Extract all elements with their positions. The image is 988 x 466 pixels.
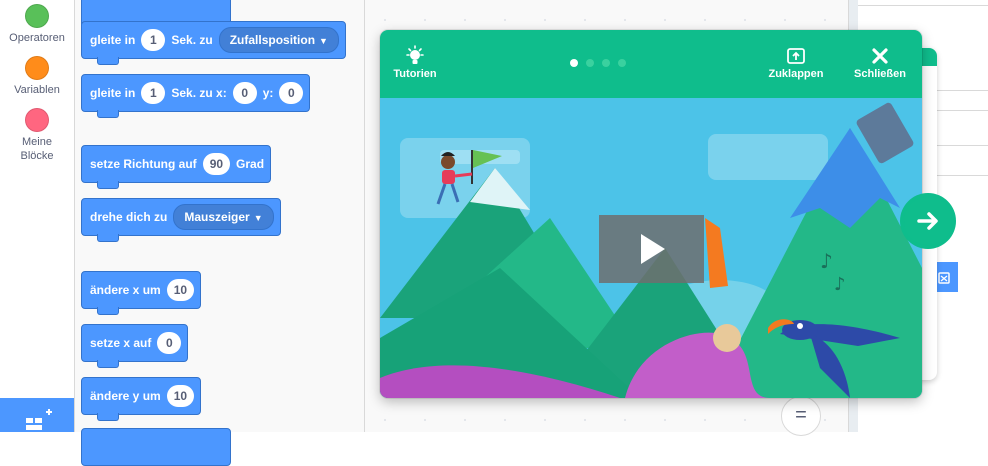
category-label: Variablen [14, 84, 60, 96]
svg-text:♪: ♪ [834, 274, 846, 295]
play-icon [640, 234, 665, 264]
block-text: gleite in [90, 86, 136, 100]
caret-down-icon: ▼ [319, 36, 328, 46]
block-text: Sek. zu [171, 33, 213, 47]
collapse-button[interactable]: Zuklappen [764, 44, 828, 80]
play-button[interactable] [599, 215, 704, 283]
block-text: setze Richtung auf [90, 157, 197, 171]
category-label: Meine Blöcke [20, 136, 54, 162]
block-text: Sek. zu x: [171, 86, 227, 100]
close-icon [850, 44, 910, 68]
block-text: gleite in [90, 33, 136, 47]
block-text: Grad [236, 157, 265, 171]
change-x-input[interactable]: 10 [166, 279, 195, 301]
step-dot[interactable] [618, 59, 626, 67]
secs-input[interactable]: 1 [141, 29, 166, 51]
tutorial-video[interactable]: ♪ ♪ [380, 98, 922, 398]
arrow-right-icon [917, 212, 938, 230]
lightbulb-icon [392, 44, 438, 68]
close-button[interactable]: Schließen [850, 44, 910, 80]
step-indicator [570, 59, 626, 67]
set-x-input[interactable]: 0 [157, 332, 182, 354]
zoom-reset-button[interactable]: = [781, 396, 821, 436]
x-input[interactable]: 0 [232, 82, 257, 104]
divider [858, 5, 988, 6]
block-palette: gleite in 1 Sek. zu Zufallsposition ▼ gle… [75, 0, 365, 466]
category-variables[interactable]: Variablen [0, 56, 74, 97]
block-point-direction[interactable]: setze Richtung auf 90 Grad [81, 145, 272, 189]
category-my-blocks[interactable]: Meine Blöcke [0, 108, 74, 163]
add-extension-icon [26, 409, 52, 430]
block-text: ändere x um [90, 283, 161, 297]
step-dot[interactable] [586, 59, 594, 67]
change-y-input[interactable]: 10 [166, 385, 195, 407]
category-menu: Operatoren Variablen Meine Blöcke [0, 0, 75, 432]
category-dot [25, 108, 49, 132]
dropdown-value: Mauszeiger [184, 210, 250, 224]
collapse-icon [764, 44, 828, 68]
close-label: Schließen [854, 68, 906, 80]
block-set-x[interactable]: setze x auf 0 [81, 324, 189, 368]
tutorial-header: Tutorien Zuklappen Schließen [380, 30, 922, 98]
secs-input[interactable]: 1 [141, 82, 166, 104]
category-label: Operatoren [9, 32, 65, 44]
category-dot [25, 56, 49, 80]
category-operators[interactable]: Operatoren [0, 4, 74, 45]
towards-dropdown[interactable]: Mauszeiger ▼ [173, 204, 274, 230]
block-text: ändere y um [90, 389, 161, 403]
block-glide-random[interactable]: gleite in 1 Sek. zu Zufallsposition ▼ [81, 21, 346, 65]
block-text: y: [262, 86, 274, 100]
y-input[interactable]: 0 [279, 82, 304, 104]
next-step-button[interactable] [900, 193, 956, 249]
block-text: setze x auf [90, 336, 152, 350]
tutorials-button[interactable]: Tutorien [392, 44, 438, 80]
add-extension-button[interactable] [0, 398, 74, 432]
svg-text:♪: ♪ [820, 249, 833, 273]
dropdown-value: Zufallsposition [229, 33, 316, 47]
direction-input[interactable]: 90 [202, 153, 231, 175]
target-dropdown[interactable]: Zufallsposition ▼ [218, 27, 339, 53]
category-dot [25, 4, 49, 28]
tutorial-modal: Tutorien Zuklappen Schließen ♪ ♪ [380, 30, 922, 398]
block-partial-bottom[interactable] [81, 428, 231, 466]
block-glide-xy[interactable]: gleite in 1 Sek. zu x: 0 y: 0 [81, 74, 311, 118]
caret-down-icon: ▼ [253, 213, 263, 223]
block-text: drehe dich zu [90, 210, 168, 224]
block-change-x[interactable]: ändere x um 10 [81, 271, 202, 315]
collapse-label: Zuklappen [768, 68, 824, 80]
block-point-towards[interactable]: drehe dich zu Mauszeiger ▼ [81, 198, 281, 242]
tutorials-label: Tutorien [393, 68, 437, 80]
step-dot[interactable] [570, 59, 578, 67]
block-change-y[interactable]: ändere y um 10 [81, 377, 202, 421]
step-dot[interactable] [602, 59, 610, 67]
